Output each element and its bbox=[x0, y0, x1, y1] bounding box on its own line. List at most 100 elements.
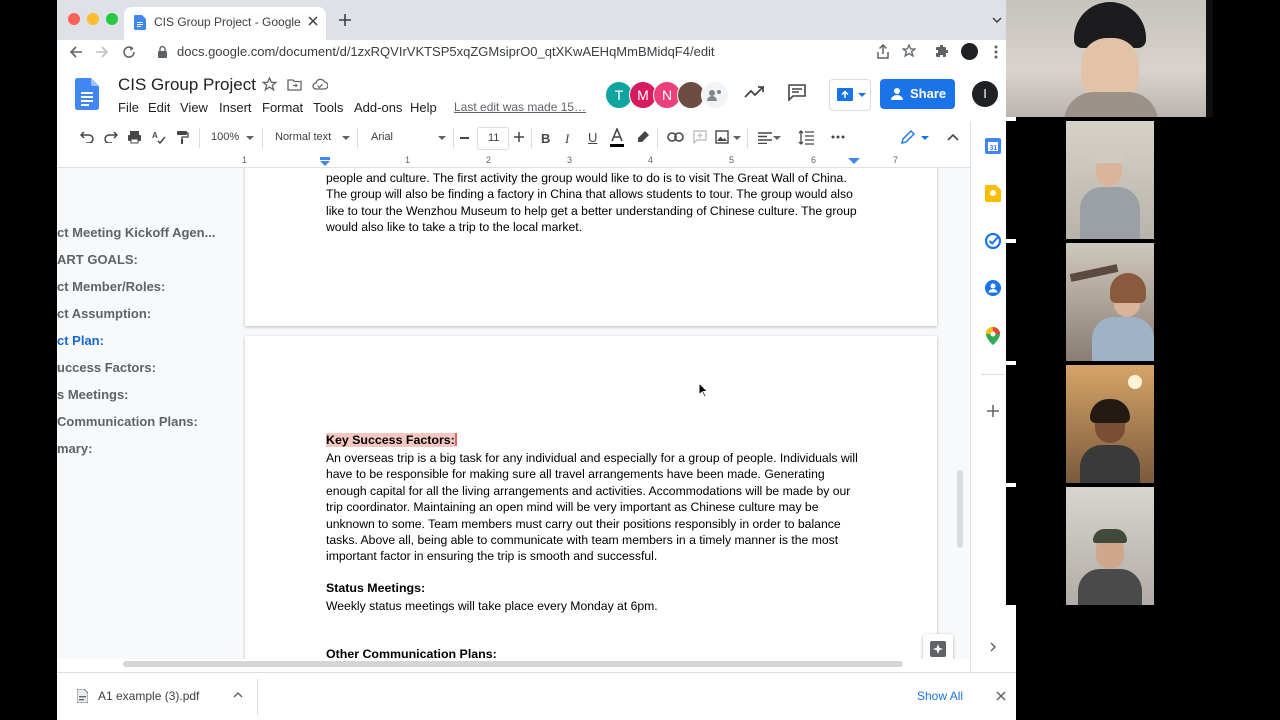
menu-addons[interactable]: Add-ons bbox=[354, 100, 402, 115]
status-meetings-text[interactable]: Weekly status meetings will take place e… bbox=[326, 598, 866, 614]
extensions-icon[interactable] bbox=[935, 44, 949, 58]
key-success-factors-text[interactable]: An overseas trip is a big task for any i… bbox=[326, 450, 866, 565]
close-tab-icon[interactable] bbox=[307, 15, 319, 27]
insert-image-icon[interactable] bbox=[715, 130, 729, 144]
explore-button[interactable] bbox=[923, 634, 953, 659]
browser-menu-icon[interactable] bbox=[994, 45, 998, 59]
star-icon[interactable] bbox=[262, 77, 277, 92]
body-paragraph[interactable]: people and culture. The first activity t… bbox=[326, 170, 866, 236]
underline-icon[interactable]: U bbox=[588, 130, 597, 145]
hide-side-panel-icon[interactable] bbox=[990, 642, 996, 652]
right-indent-marker-icon[interactable] bbox=[848, 158, 860, 164]
video-tile-participant[interactable] bbox=[1006, 243, 1213, 361]
docs-logo-icon[interactable] bbox=[75, 78, 99, 110]
download-file-name[interactable]: A1 example (3).pdf bbox=[98, 689, 199, 703]
menu-file[interactable]: File bbox=[118, 100, 139, 115]
zoom-dropdown-icon[interactable] bbox=[246, 136, 254, 140]
video-tile-participant[interactable] bbox=[1006, 487, 1213, 605]
reload-icon[interactable] bbox=[122, 45, 136, 59]
share-button[interactable]: Share bbox=[880, 79, 955, 109]
comments-icon[interactable] bbox=[788, 84, 806, 101]
editing-mode-dropdown-icon[interactable] bbox=[921, 136, 929, 140]
insert-link-icon[interactable] bbox=[667, 132, 684, 142]
maps-icon[interactable] bbox=[986, 327, 1000, 345]
account-avatar[interactable]: I bbox=[972, 81, 998, 107]
vertical-scrollbar[interactable] bbox=[957, 470, 963, 548]
outline-item[interactable]: ART GOALS: bbox=[57, 252, 138, 267]
decrease-font-size-icon[interactable] bbox=[460, 137, 469, 139]
show-all-button[interactable]: Show All bbox=[917, 689, 963, 703]
undo-icon[interactable] bbox=[80, 131, 94, 143]
outline-item[interactable]: mary: bbox=[57, 441, 92, 456]
download-options-icon[interactable] bbox=[233, 692, 243, 698]
bookmark-star-icon[interactable] bbox=[902, 44, 916, 58]
back-icon[interactable] bbox=[69, 45, 83, 59]
menu-help[interactable]: Help bbox=[410, 100, 437, 115]
collapse-menus-icon[interactable] bbox=[947, 133, 959, 141]
other-communication-plans-heading[interactable]: Other Communication Plans: bbox=[326, 647, 497, 659]
increase-font-size-icon[interactable] bbox=[514, 132, 524, 142]
menu-view[interactable]: View bbox=[180, 100, 208, 115]
document-page[interactable]: people and culture. The first activity t… bbox=[245, 168, 937, 326]
video-tile-participant[interactable] bbox=[1006, 0, 1213, 117]
close-window-button[interactable] bbox=[68, 13, 80, 25]
video-tile-participant[interactable] bbox=[1006, 365, 1213, 483]
editing-mode-icon[interactable] bbox=[901, 130, 915, 144]
outline-item[interactable]: Communication Plans: bbox=[57, 414, 198, 429]
forward-icon[interactable] bbox=[95, 45, 109, 59]
document-page[interactable]: Key Success Factors: An overseas trip is… bbox=[245, 336, 937, 659]
more-tools-icon[interactable] bbox=[831, 135, 845, 139]
new-tab-icon[interactable] bbox=[338, 13, 352, 27]
contacts-icon[interactable] bbox=[985, 280, 1001, 296]
lock-icon[interactable] bbox=[157, 45, 168, 59]
outline-item[interactable]: s Meetings: bbox=[57, 387, 129, 402]
calendar-icon[interactable]: 31 bbox=[985, 138, 1001, 154]
font-dropdown-icon[interactable] bbox=[438, 136, 446, 140]
video-tile-participant[interactable] bbox=[1006, 121, 1213, 239]
left-indent-marker-icon[interactable] bbox=[319, 157, 331, 166]
move-folder-icon[interactable] bbox=[287, 78, 302, 91]
maximize-window-button[interactable] bbox=[106, 13, 118, 25]
get-addons-icon[interactable] bbox=[987, 405, 999, 417]
menu-insert[interactable]: Insert bbox=[219, 100, 252, 115]
outline-item[interactable]: ct Meeting Kickoff Agen... bbox=[57, 225, 215, 240]
outline-item-active[interactable]: ct Plan: bbox=[57, 333, 104, 348]
present-button[interactable] bbox=[829, 79, 871, 111]
key-success-factors-heading[interactable]: Key Success Factors: bbox=[326, 433, 457, 447]
align-left-icon[interactable] bbox=[758, 132, 772, 144]
zoom-select[interactable]: 100% bbox=[211, 131, 239, 143]
print-icon[interactable] bbox=[127, 130, 142, 144]
style-dropdown-icon[interactable] bbox=[342, 136, 350, 140]
url-field[interactable]: docs.google.com/document/d/1zxRQVIrVKTSP… bbox=[177, 44, 715, 59]
font-size-field[interactable]: 11 bbox=[477, 127, 509, 150]
document-title[interactable]: CIS Group Project bbox=[118, 75, 256, 95]
minimize-window-button[interactable] bbox=[87, 13, 99, 25]
paint-format-icon[interactable] bbox=[176, 130, 189, 145]
italic-icon[interactable]: I bbox=[565, 131, 569, 147]
tab-active[interactable]: CIS Group Project - Google Docs bbox=[124, 7, 326, 40]
menu-tools[interactable]: Tools bbox=[313, 100, 343, 115]
highlight-color-icon[interactable] bbox=[636, 130, 650, 144]
more-collaborators-icon[interactable] bbox=[701, 81, 729, 109]
redo-icon[interactable] bbox=[104, 131, 118, 143]
keep-icon[interactable] bbox=[985, 185, 1001, 202]
cloud-status-icon[interactable] bbox=[312, 78, 328, 90]
outline-item[interactable]: uccess Factors: bbox=[57, 360, 156, 375]
insert-comment-icon[interactable] bbox=[693, 130, 707, 144]
share-page-icon[interactable] bbox=[876, 44, 890, 60]
paragraph-style-select[interactable]: Normal text bbox=[275, 131, 331, 143]
close-download-bar-icon[interactable] bbox=[996, 691, 1006, 701]
profile-avatar[interactable] bbox=[961, 43, 978, 60]
horizontal-scrollbar[interactable] bbox=[123, 661, 903, 667]
bold-icon[interactable]: B bbox=[541, 131, 550, 146]
tab-search-icon[interactable] bbox=[992, 16, 1002, 24]
activity-trend-icon[interactable] bbox=[744, 85, 764, 99]
line-spacing-icon[interactable] bbox=[798, 130, 814, 145]
menu-format[interactable]: Format bbox=[262, 100, 303, 115]
tasks-icon[interactable] bbox=[985, 233, 1001, 249]
outline-item[interactable]: ct Member/Roles: bbox=[57, 279, 165, 294]
align-dropdown-icon[interactable] bbox=[773, 136, 781, 140]
font-select[interactable]: Arial bbox=[371, 131, 393, 143]
text-color-icon[interactable] bbox=[610, 128, 624, 148]
outline-item[interactable]: ct Assumption: bbox=[57, 306, 151, 321]
